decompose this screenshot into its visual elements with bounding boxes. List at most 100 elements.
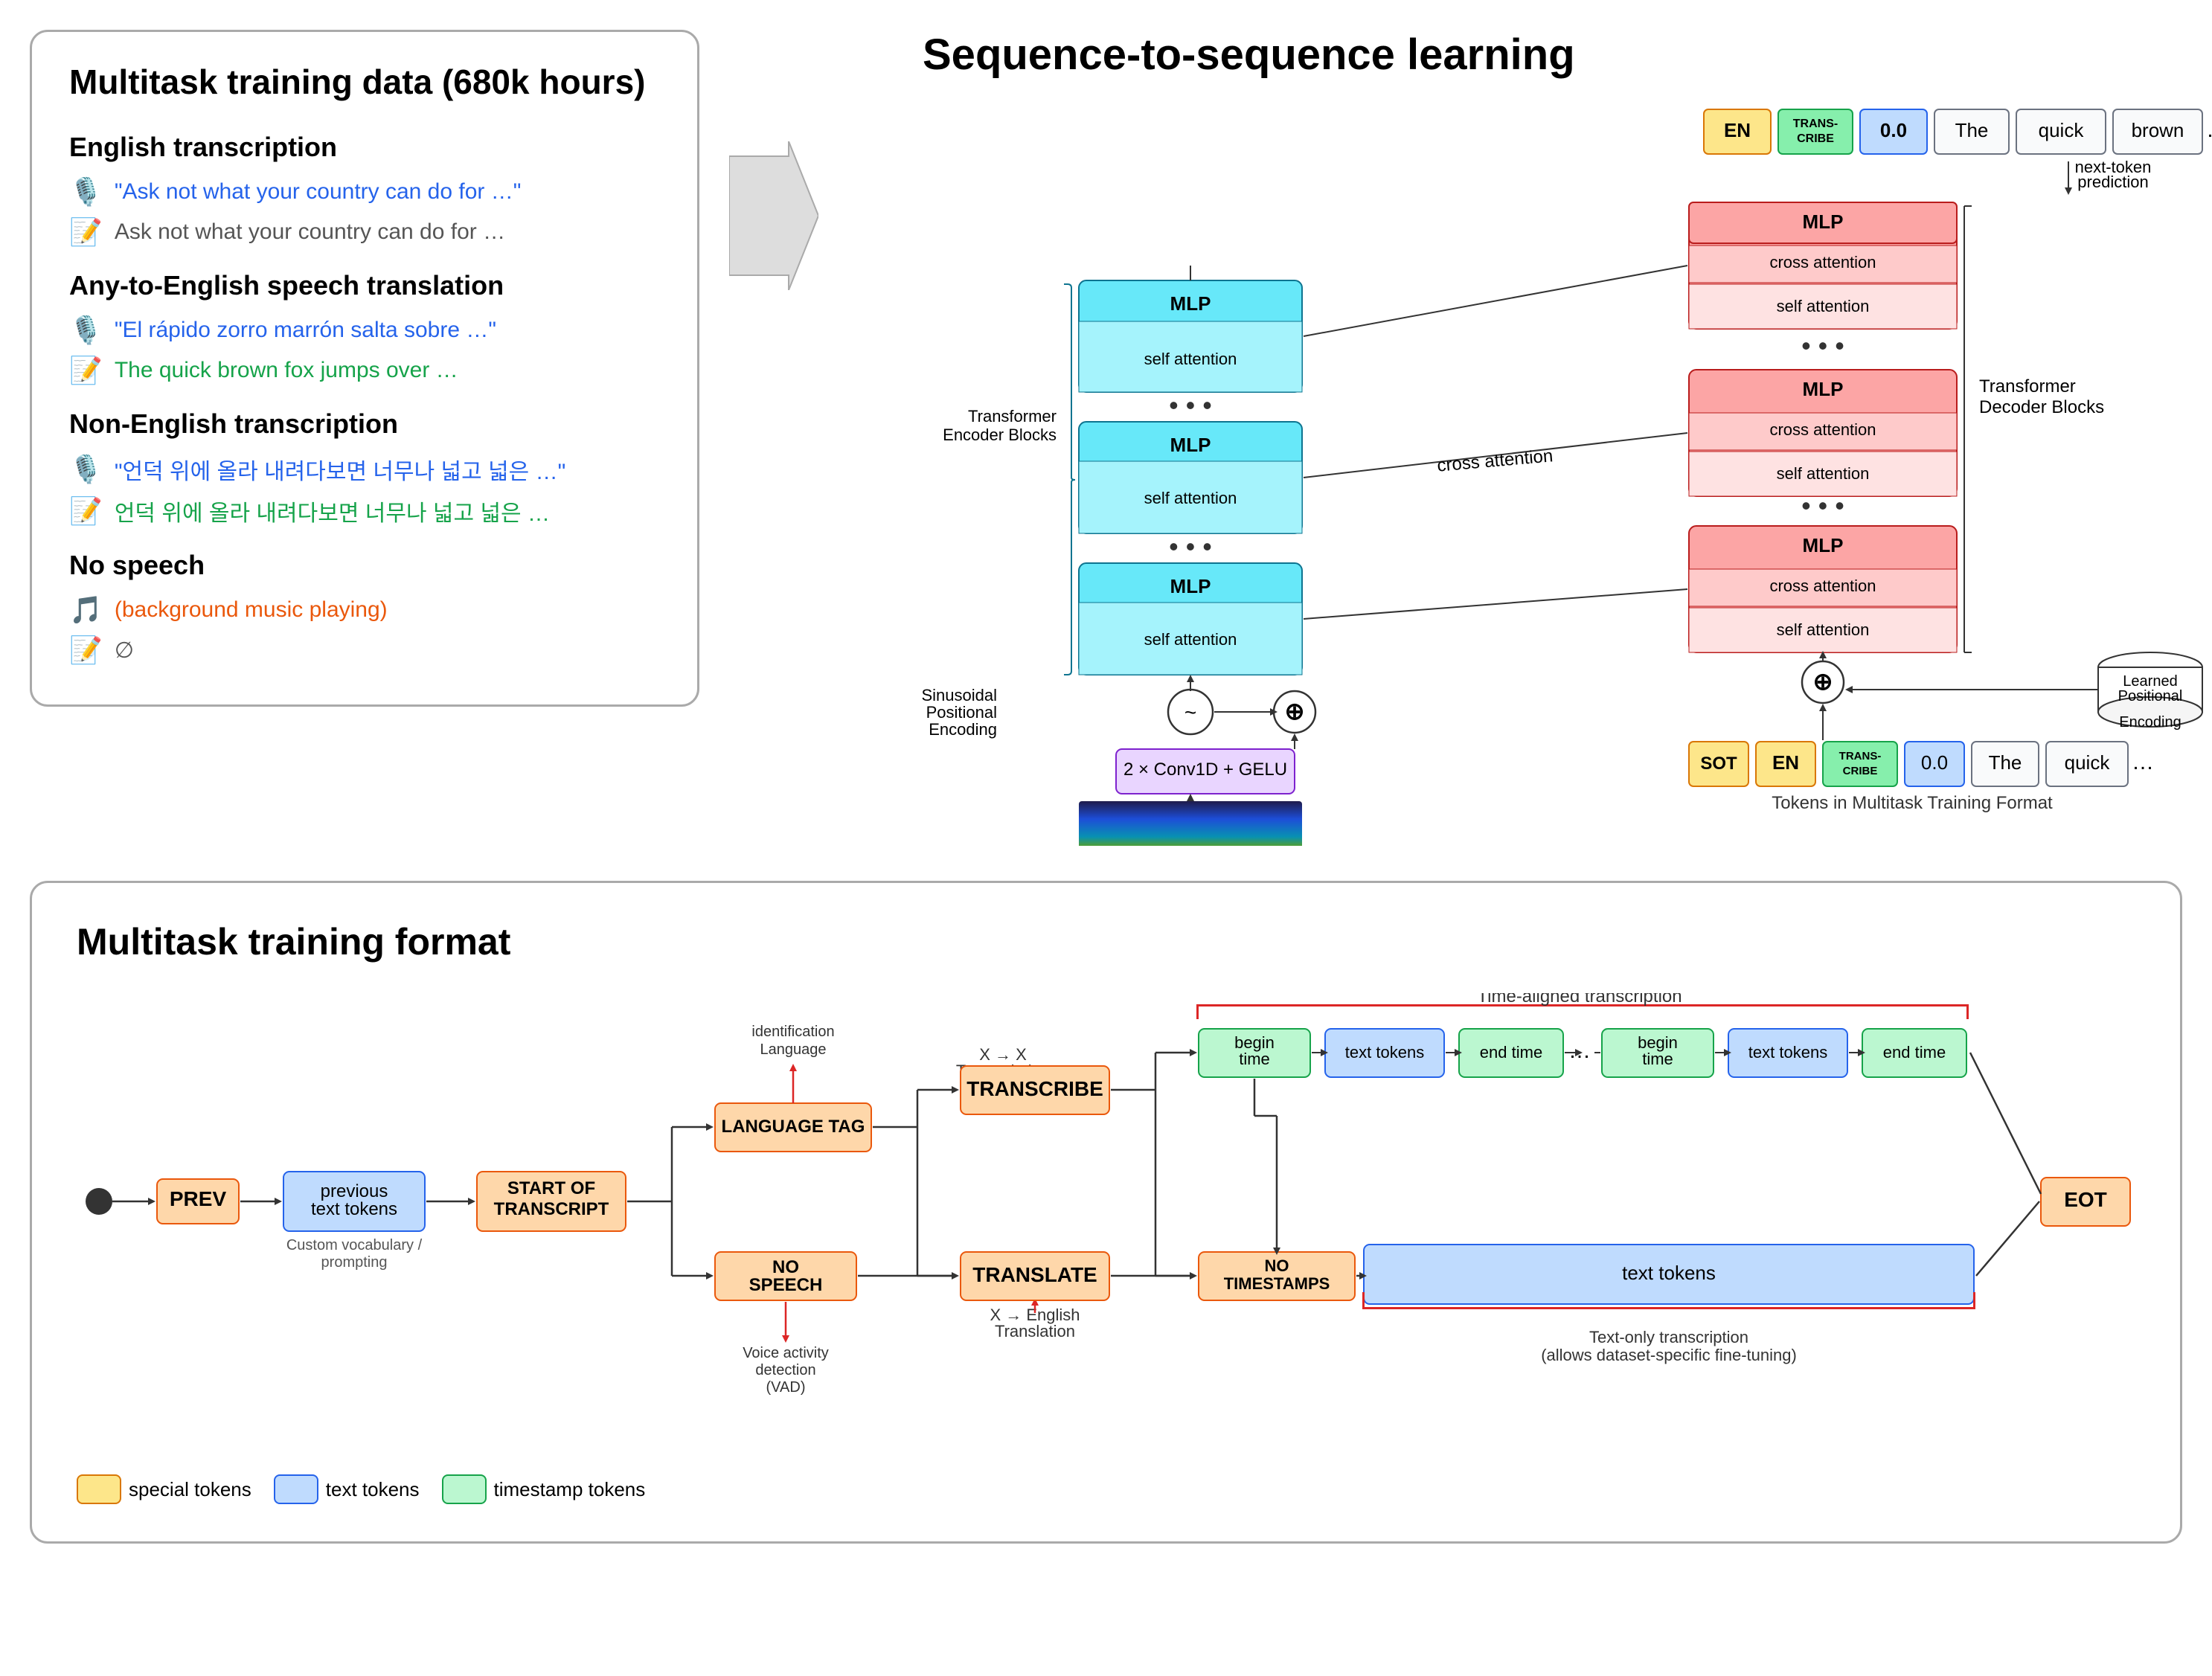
svg-text:TRANS-: TRANS- — [1793, 118, 1838, 130]
svg-text:EN: EN — [1724, 119, 1751, 141]
svg-text:cross attention: cross attention — [1436, 446, 1554, 476]
svg-text:• • •: • • • — [1801, 330, 1844, 361]
svg-text:…: … — [1568, 1038, 1591, 1063]
legend-text-label: text tokens — [326, 1478, 420, 1501]
pencil-icon-4: 📝 — [69, 635, 103, 666]
svg-text:text tokens: text tokens — [1345, 1043, 1424, 1062]
svg-text:Encoding: Encoding — [2119, 714, 2181, 731]
svg-text:The: The — [1955, 119, 1989, 141]
english-text-2: Ask not what your country can do for … — [115, 219, 505, 245]
svg-text:Text-only transcription: Text-only transcription — [1589, 1328, 1748, 1346]
svg-text:The: The — [1989, 751, 2022, 774]
svg-text:Tokens in Multitask Training F: Tokens in Multitask Training Format — [1772, 793, 2053, 813]
svg-text:previous: previous — [321, 1181, 388, 1201]
svg-text:TRANSLATE: TRANSLATE — [972, 1263, 1097, 1286]
nonenglish-text-2: 언덕 위에 올라 내려다보면 너무나 넓고 넓은 … — [115, 495, 550, 527]
svg-text:Encoder Blocks: Encoder Blocks — [943, 426, 1057, 444]
legend-timestamp-color — [442, 1474, 487, 1504]
svg-text:⊕: ⊕ — [1813, 668, 1833, 695]
svg-text:Custom vocabulary /: Custom vocabulary / — [286, 1237, 423, 1253]
nonenglish-item-2: 📝 언덕 위에 올라 내려다보면 너무나 넓고 넓은 … — [69, 495, 660, 527]
nospeech-text-2: ∅ — [115, 638, 134, 664]
translation-item-2: 📝 The quick brown fox jumps over … — [69, 355, 660, 386]
svg-text:• • •: • • • — [1801, 490, 1844, 521]
legend-area: special tokens text tokens timestamp tok… — [77, 1474, 2135, 1504]
svg-text:prompting: prompting — [321, 1254, 388, 1271]
seq2seq-title: Sequence-to-sequence learning — [923, 30, 2212, 80]
svg-text:quick: quick — [2065, 751, 2111, 774]
svg-text:0.0: 0.0 — [1921, 751, 1948, 774]
english-item-1: 🎙️ "Ask not what your country can do for… — [69, 176, 660, 208]
svg-text:Time-aligned transcription: Time-aligned transcription — [1477, 993, 1682, 1006]
svg-text:EN: EN — [1772, 751, 1799, 774]
section-nonenglish-title: Non-English transcription — [69, 408, 660, 440]
svg-text:TRANSCRIBE: TRANSCRIBE — [966, 1077, 1103, 1100]
svg-text:MLP: MLP — [1803, 534, 1844, 556]
svg-text:MLP: MLP — [1170, 575, 1211, 597]
svg-text:MLP: MLP — [1170, 434, 1211, 456]
svg-text:Encoding: Encoding — [929, 720, 997, 739]
svg-text:Positional: Positional — [2118, 688, 2183, 704]
svg-text:(VAD): (VAD) — [766, 1379, 806, 1396]
translation-text-2: The quick brown fox jumps over … — [115, 358, 458, 383]
legend-timestamp-label: timestamp tokens — [494, 1478, 646, 1501]
pencil-icon-2: 📝 — [69, 355, 103, 386]
svg-text:identification: identification — [751, 1024, 834, 1040]
mic-icon-2: 🎙️ — [69, 315, 103, 346]
legend-timestamp: timestamp tokens — [442, 1474, 646, 1504]
svg-text:Transformer: Transformer — [1979, 376, 2076, 396]
nospeech-text-1: (background music playing) — [115, 597, 388, 623]
svg-text:LANGUAGE TAG: LANGUAGE TAG — [722, 1117, 865, 1137]
seq2seq-diagram: Sequence-to-sequence learning EN TRANS- … — [848, 30, 2212, 851]
svg-text:2 × Conv1D + GELU: 2 × Conv1D + GELU — [1123, 760, 1287, 780]
big-arrow — [729, 141, 818, 290]
translation-item-1: 🎙️ "El rápido zorro marrón salta sobre …… — [69, 315, 660, 346]
svg-text:(allows dataset-specific fine-: (allows dataset-specific fine-tuning) — [1541, 1346, 1797, 1364]
pencil-icon-3: 📝 — [69, 495, 103, 527]
section-translation-title: Any-to-English speech translation — [69, 270, 660, 301]
svg-text:TIMESTAMPS: TIMESTAMPS — [1224, 1274, 1330, 1293]
english-item-2: 📝 Ask not what your country can do for … — [69, 216, 660, 248]
svg-text:• • •: • • • — [1169, 531, 1212, 562]
svg-text:…: … — [2132, 750, 2154, 774]
svg-text:time: time — [1642, 1050, 1673, 1068]
svg-text:quick: quick — [2039, 119, 2085, 141]
svg-text:SPEECH: SPEECH — [749, 1275, 823, 1295]
svg-text:START OF: START OF — [507, 1178, 595, 1198]
svg-text:CRIBE: CRIBE — [1843, 765, 1878, 777]
svg-text:self attention: self attention — [1144, 350, 1237, 368]
svg-text:text tokens: text tokens — [1622, 1262, 1716, 1284]
svg-text:brown: brown — [2132, 119, 2184, 141]
top-section: Multitask training data (680k hours) Eng… — [30, 30, 2182, 851]
svg-text:self attention: self attention — [1777, 297, 1870, 315]
svg-text:self attention: self attention — [1777, 620, 1870, 639]
nospeech-item-2: 📝 ∅ — [69, 635, 660, 666]
svg-text:Voice activity: Voice activity — [743, 1345, 829, 1361]
svg-text:time: time — [1239, 1050, 1270, 1068]
svg-text:Translation: Translation — [995, 1322, 1075, 1341]
svg-text:EOT: EOT — [2064, 1188, 2107, 1211]
svg-text:cross attention: cross attention — [1769, 253, 1876, 272]
music-icon: 🎵 — [69, 594, 103, 626]
svg-text:Learned: Learned — [2123, 673, 2177, 690]
legend-special: special tokens — [77, 1474, 251, 1504]
left-box-title: Multitask training data (680k hours) — [69, 62, 660, 102]
nonenglish-text-1: "언덕 위에 올라 내려다보면 너무나 넓고 넓은 …" — [115, 453, 565, 486]
nospeech-item-1: 🎵 (background music playing) — [69, 594, 660, 626]
svg-text:cross attention: cross attention — [1769, 577, 1876, 595]
svg-text:MLP: MLP — [1803, 211, 1844, 233]
translation-text-1: "El rápido zorro marrón salta sobre …" — [115, 318, 496, 343]
svg-text:TRANS-: TRANS- — [1839, 750, 1882, 762]
legend-special-label: special tokens — [129, 1478, 251, 1501]
svg-text:end time: end time — [1883, 1043, 1946, 1062]
nonenglish-item-1: 🎙️ "언덕 위에 올라 내려다보면 너무나 넓고 넓은 …" — [69, 453, 660, 486]
svg-text:prediction: prediction — [2077, 173, 2148, 191]
svg-text:text tokens: text tokens — [1748, 1043, 1827, 1062]
flow-diagram-svg: PREV previous text tokens Custom vocabul… — [77, 993, 2175, 1439]
svg-text:…: … — [2206, 118, 2212, 142]
legend-special-color — [77, 1474, 121, 1504]
main-container: Multitask training data (680k hours) Eng… — [0, 0, 2212, 1573]
svg-text:Positional: Positional — [926, 703, 997, 722]
svg-text:PREV: PREV — [170, 1187, 227, 1210]
svg-text:SOT: SOT — [1700, 754, 1737, 774]
